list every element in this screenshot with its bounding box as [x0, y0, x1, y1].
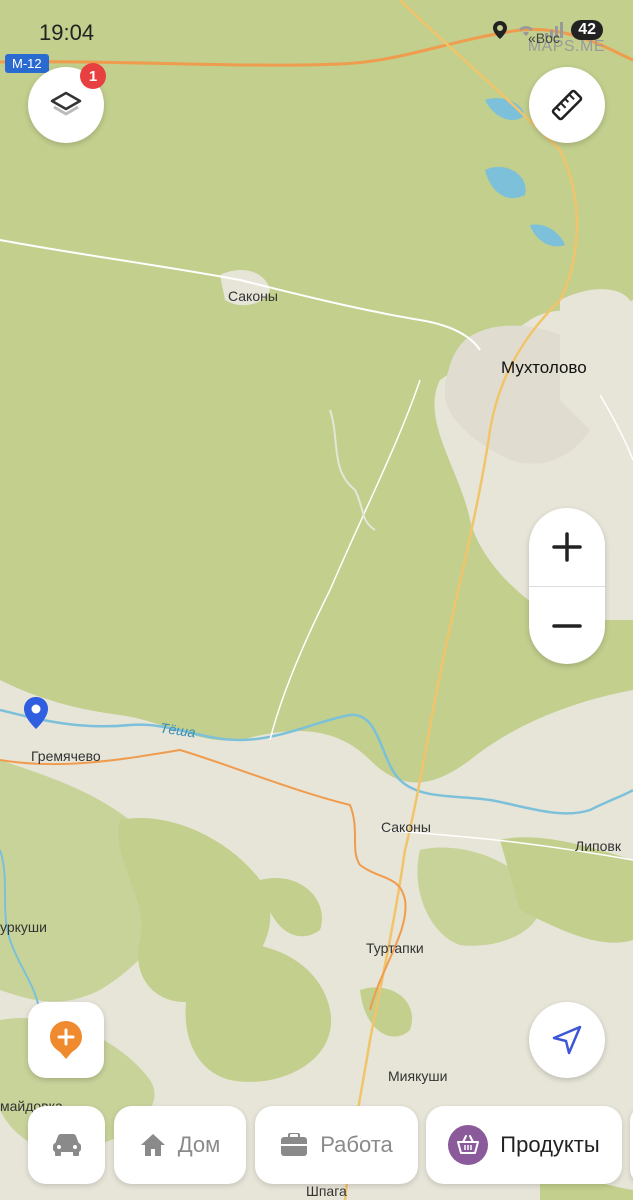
place-label: Миякуши: [388, 1068, 448, 1084]
add-place-icon: [50, 1021, 82, 1059]
home-icon: [140, 1134, 165, 1156]
add-place-button[interactable]: [28, 1002, 104, 1078]
road-label: «Вос: [528, 30, 560, 46]
my-location-button[interactable]: [529, 1002, 605, 1078]
road-badge: M-12: [5, 54, 49, 73]
car-icon: [52, 1134, 81, 1156]
place-label: Саконы: [228, 288, 278, 304]
battery-indicator: 42: [571, 20, 603, 40]
plus-icon: [552, 532, 582, 562]
layers-icon: [50, 91, 82, 116]
home-label: Дом: [177, 1132, 221, 1157]
place-label: Гремячево: [31, 748, 101, 764]
map-pin-icon[interactable]: [24, 697, 48, 729]
place-label: Мухтолово: [501, 358, 587, 377]
basket-icon: [448, 1125, 489, 1165]
place-label: Шпага: [306, 1183, 347, 1199]
work-label: Работа: [320, 1132, 393, 1157]
ruler-button[interactable]: [529, 67, 605, 143]
work-button[interactable]: Работа: [255, 1106, 418, 1184]
place-label: Липовк: [575, 838, 621, 854]
zoom-out-button[interactable]: [529, 587, 605, 665]
zoom-in-button[interactable]: [529, 508, 605, 586]
place-label: Саконы: [381, 819, 431, 835]
navigation-arrow-icon: [552, 1025, 582, 1055]
products-button[interactable]: Продукты: [426, 1106, 622, 1184]
car-button[interactable]: [28, 1106, 105, 1184]
status-time: 19:04: [39, 20, 95, 45]
ruler-icon: [551, 89, 583, 121]
place-label: уркуши: [0, 919, 47, 935]
briefcase-icon: [281, 1133, 308, 1156]
minus-icon: [552, 624, 582, 628]
layers-badge: 1: [80, 63, 106, 89]
home-button[interactable]: Дом: [114, 1106, 246, 1184]
zoom-controls: [529, 508, 605, 664]
products-label: Продукты: [500, 1132, 600, 1157]
place-label: Туртапки: [366, 940, 424, 956]
location-icon: [493, 21, 508, 39]
